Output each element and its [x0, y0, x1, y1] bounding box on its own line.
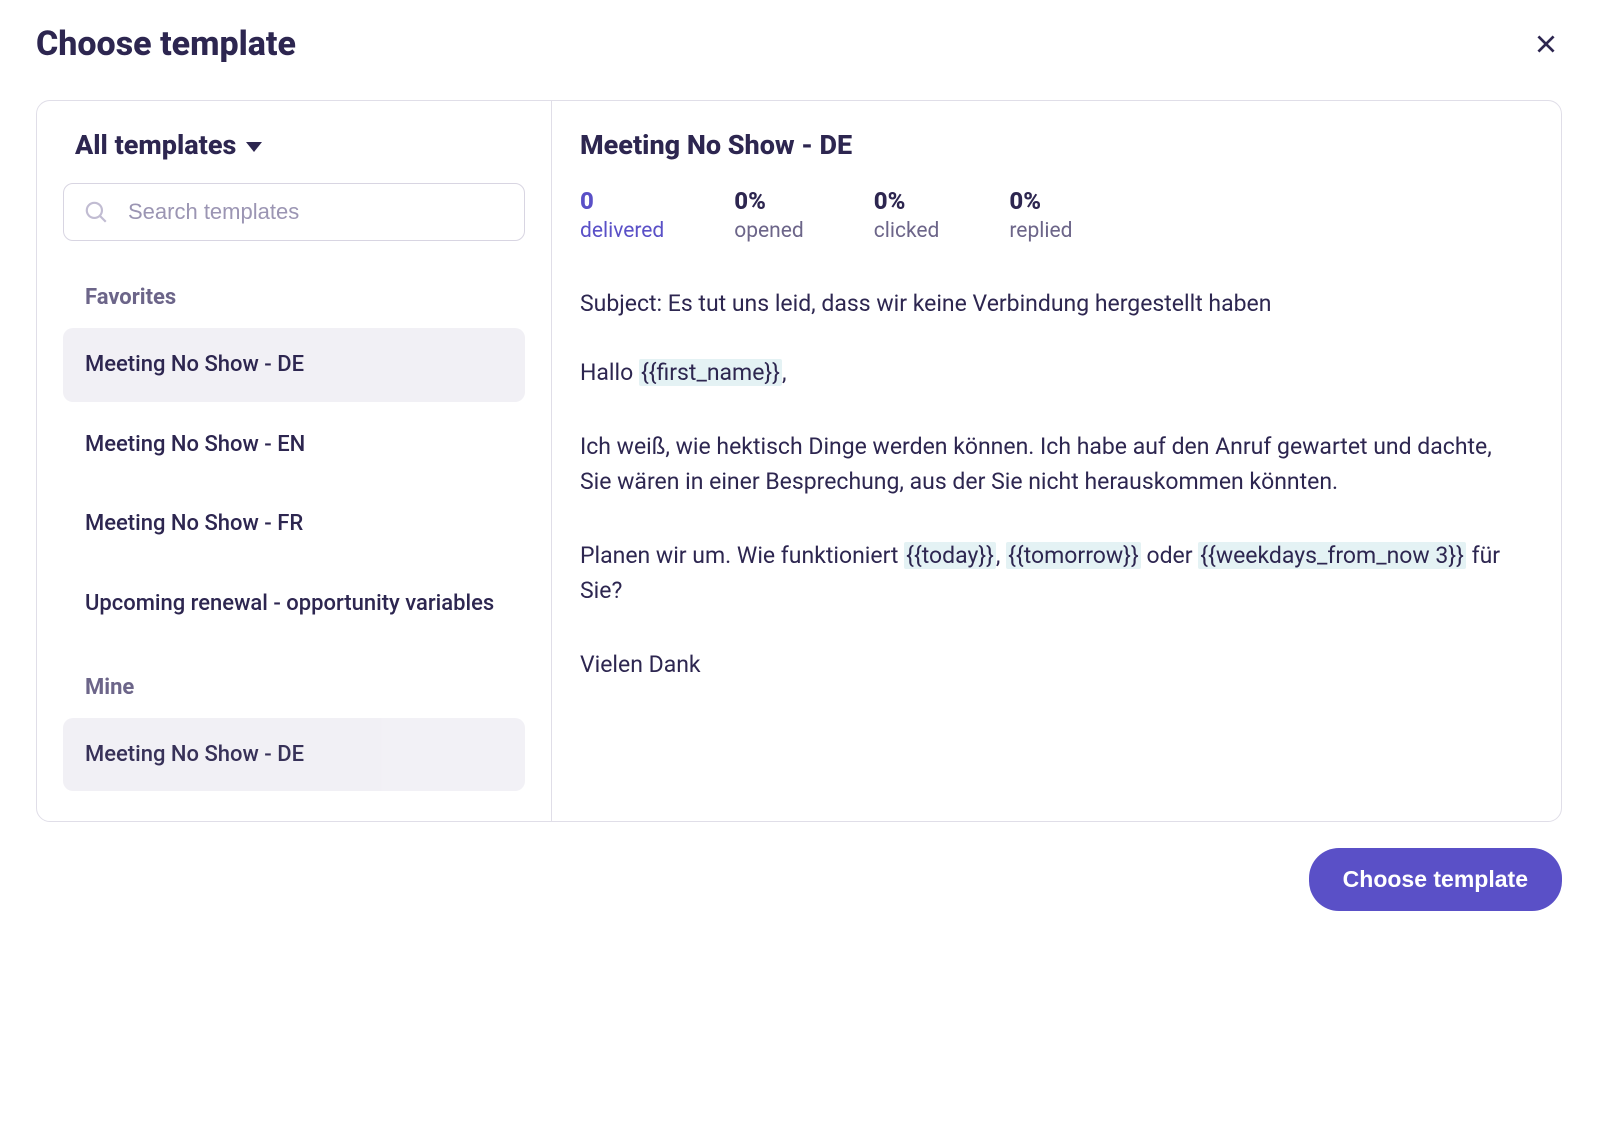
template-list-pane: All templates Favorites Meeting No Show …: [37, 101, 552, 821]
filter-dropdown[interactable]: All templates: [75, 129, 525, 161]
filter-label: All templates: [75, 129, 236, 161]
choose-template-button[interactable]: Choose template: [1309, 848, 1562, 911]
email-paragraph: Ich weiß, wie hektisch Dinge werden könn…: [580, 430, 1515, 499]
search-input[interactable]: [63, 183, 525, 241]
modal-footer: Choose template: [36, 848, 1562, 911]
merge-token: {{today}}: [904, 542, 996, 569]
stat-replied: 0% replied: [1009, 187, 1072, 243]
stat-delivered: 0 delivered: [580, 187, 664, 243]
stat-value: 0%: [734, 187, 803, 215]
modal-header: Choose template: [36, 24, 1562, 64]
section-label-favorites: Favorites: [85, 285, 525, 310]
stat-label: replied: [1009, 219, 1072, 243]
template-item[interactable]: Meeting No Show - EN: [63, 408, 525, 482]
chevron-down-icon: [246, 142, 262, 152]
stat-value: 0: [580, 187, 664, 215]
preview-title: Meeting No Show - DE: [580, 129, 1515, 161]
email-greeting: Hallo {{first_name}},: [580, 356, 1515, 391]
merge-token: {{first_name}}: [639, 359, 782, 386]
email-paragraph: Planen wir um. Wie funktioniert {{today}…: [580, 539, 1515, 608]
template-item[interactable]: Upcoming renewal - opportunity variables: [63, 567, 525, 641]
stat-label: clicked: [874, 219, 940, 243]
template-item[interactable]: Meeting No Show - DE: [63, 328, 525, 402]
template-item[interactable]: Meeting No Show - DE: [63, 718, 525, 792]
search-wrap: [63, 183, 525, 241]
stat-value: 0%: [1009, 187, 1072, 215]
close-button[interactable]: [1530, 28, 1562, 60]
text: oder: [1141, 542, 1199, 569]
stat-clicked: 0% clicked: [874, 187, 940, 243]
template-list[interactable]: Favorites Meeting No Show - DE Meeting N…: [63, 275, 525, 821]
template-preview-pane: Meeting No Show - DE 0 delivered 0% open…: [552, 101, 1561, 821]
section-label-mine: Mine: [85, 675, 525, 700]
stat-value: 0%: [874, 187, 940, 215]
merge-token: {{tomorrow}}: [1006, 542, 1141, 569]
greeting-pre: Hallo: [580, 359, 639, 386]
close-icon: [1533, 31, 1559, 57]
stat-opened: 0% opened: [734, 187, 803, 243]
modal-title: Choose template: [36, 24, 296, 64]
text: Planen wir um. Wie funktioniert: [580, 542, 904, 569]
template-item[interactable]: Meeting No Show - FR: [63, 487, 525, 561]
text: ,: [996, 542, 1006, 569]
email-body: Subject: Es tut uns leid, dass wir keine…: [580, 287, 1515, 683]
stat-label: opened: [734, 219, 803, 243]
template-panel: All templates Favorites Meeting No Show …: [36, 100, 1562, 822]
greeting-post: ,: [782, 359, 787, 386]
merge-token: {{weekdays_from_now 3}}: [1198, 542, 1466, 569]
stat-label: delivered: [580, 219, 664, 243]
email-closing: Vielen Dank: [580, 648, 1515, 683]
stats-row: 0 delivered 0% opened 0% clicked 0% repl…: [580, 187, 1515, 243]
email-subject: Subject: Es tut uns leid, dass wir keine…: [580, 287, 1515, 322]
search-icon: [83, 199, 109, 225]
